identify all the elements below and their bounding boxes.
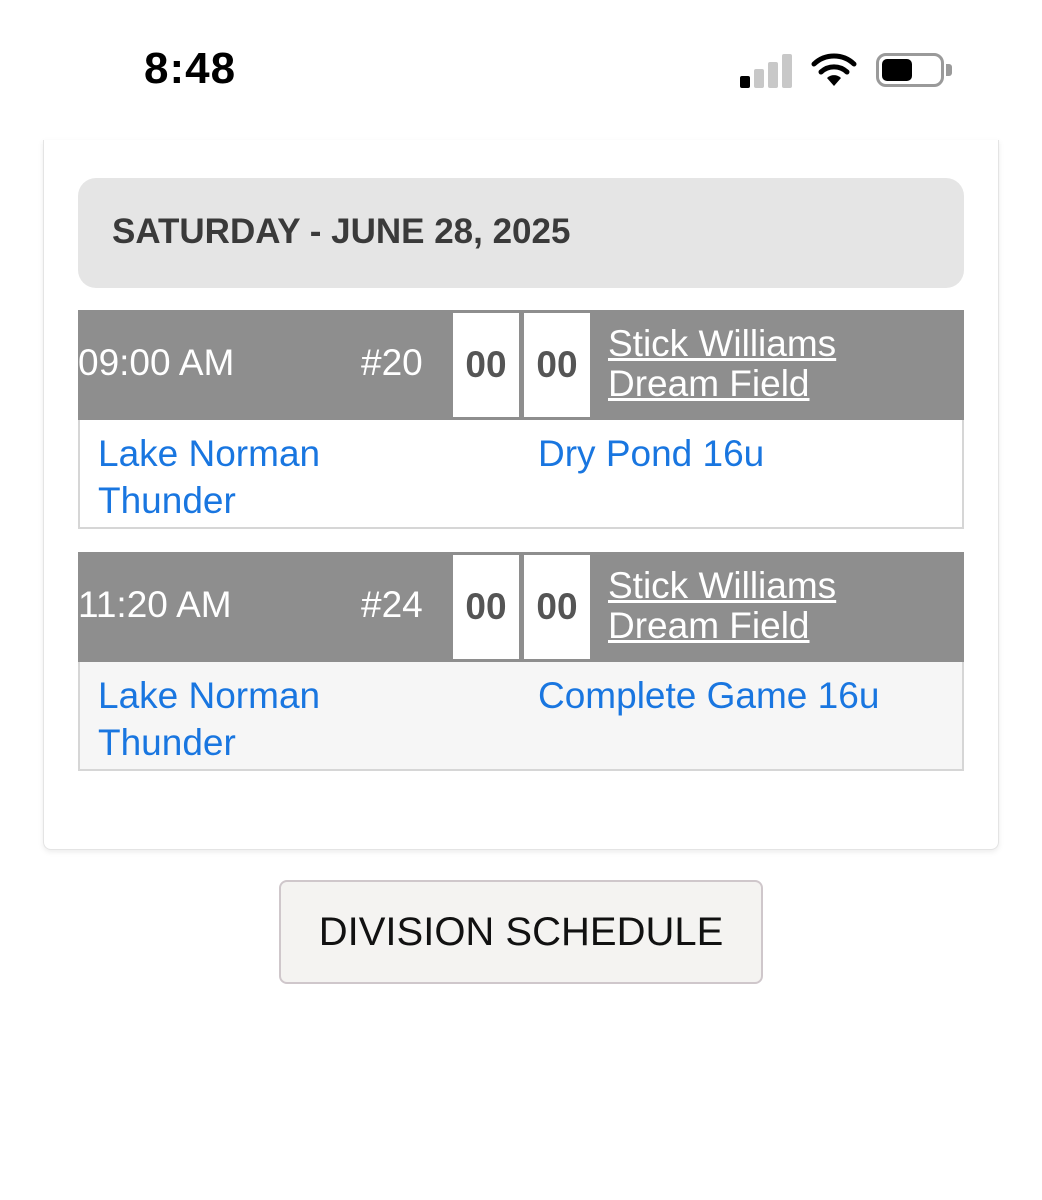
home-team-link[interactable]: Lake Norman Thunder (98, 672, 398, 766)
field-link-line2: Dream Field (608, 363, 810, 404)
game-time: 09:00 AM (78, 342, 235, 383)
field-link-line1: Stick Williams (608, 565, 837, 606)
game-info-bar: 09:00 AM #20 00 00 Stick Williams Dream … (78, 310, 964, 420)
status-time: 8:48 (144, 44, 237, 93)
cellular-signal-icon (740, 52, 794, 88)
away-score: 00 (524, 313, 590, 417)
field-link-line2: Dream Field (608, 605, 810, 646)
home-team-link[interactable]: Lake Norman Thunder (98, 430, 398, 524)
home-score: 00 (453, 555, 519, 659)
field-link-line1: Stick Williams (608, 323, 837, 364)
day-header-text: SATURDAY - JUNE 28, 2025 (112, 212, 571, 251)
game-time: 11:20 AM (78, 584, 232, 625)
wifi-icon (811, 53, 857, 86)
day-header: SATURDAY - JUNE 28, 2025 (78, 178, 964, 288)
battery-icon (876, 53, 952, 87)
status-bar: 8:48 (0, 0, 1042, 140)
game-info-bar: 11:20 AM #24 00 00 Stick Williams Dream … (78, 552, 964, 662)
game-row: 11:20 AM #24 00 00 Stick Williams Dream … (78, 552, 964, 771)
division-schedule-button[interactable]: DIVISION SCHEDULE (279, 880, 763, 984)
game-number: #20 (361, 342, 423, 383)
game-row: 09:00 AM #20 00 00 Stick Williams Dream … (78, 310, 964, 529)
game-number: #24 (361, 584, 423, 625)
away-team-link[interactable]: Dry Pond 16u (538, 430, 958, 477)
away-score: 00 (524, 555, 590, 659)
home-score: 00 (453, 313, 519, 417)
away-team-link[interactable]: Complete Game 16u (538, 672, 958, 719)
field-link[interactable]: Stick Williams Dream Field (608, 566, 836, 646)
field-link[interactable]: Stick Williams Dream Field (608, 324, 836, 404)
